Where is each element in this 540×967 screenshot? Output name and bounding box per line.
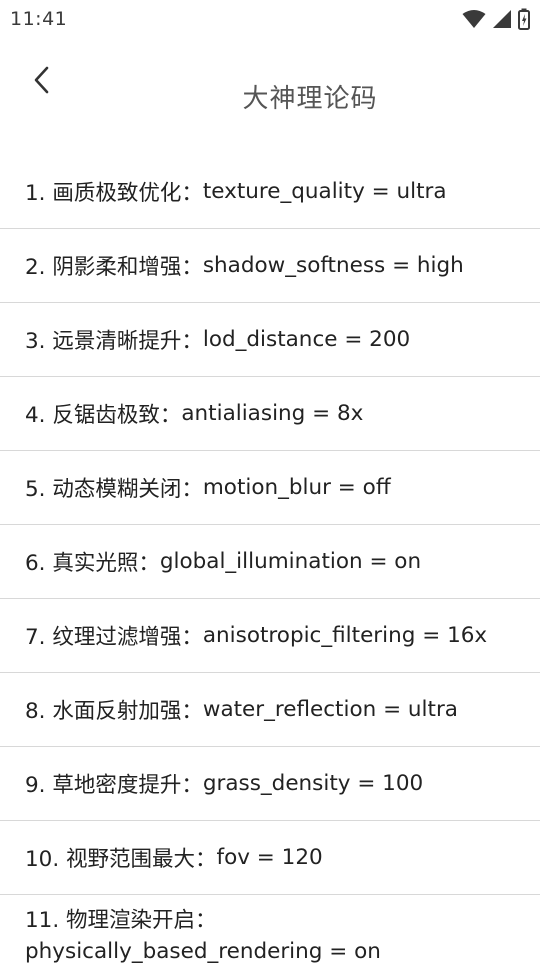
code-value: texture_quality = ultra xyxy=(202,179,447,204)
list-item[interactable]: 5. 动态模糊关闭： motion_blur = off xyxy=(0,451,540,525)
page-title: 大神理论码 xyxy=(242,84,378,114)
code-label: 4. 反锯齿极致： xyxy=(25,403,182,428)
code-value: grass_density = 100 xyxy=(202,771,424,796)
list-item[interactable]: 11. 物理渲染开启： physically_based_rendering = … xyxy=(0,895,540,967)
code-value: antialiasing = 8x xyxy=(181,401,364,426)
code-value: physically_based_rendering = on xyxy=(25,939,381,964)
list-item[interactable]: 10. 视野范围最大： fov = 120 xyxy=(0,821,540,895)
code-label: 2. 阴影柔和增强： xyxy=(25,255,203,280)
code-label: 1. 画质极致优化： xyxy=(25,181,203,206)
status-icons xyxy=(462,8,530,30)
header: 大神理论码 xyxy=(0,38,540,148)
code-value: global_illumination = on xyxy=(159,549,422,574)
list-item[interactable]: 2. 阴影柔和增强： shadow_softness = high xyxy=(0,229,540,303)
list-item[interactable]: 6. 真实光照： global_illumination = on xyxy=(0,525,540,599)
code-value: lod_distance = 200 xyxy=(202,327,411,352)
code-label: 7. 纹理过滤增强： xyxy=(25,625,203,650)
code-label: 3. 远景清晰提升： xyxy=(25,329,203,354)
code-label: 6. 真实光照： xyxy=(25,551,160,576)
code-value: motion_blur = off xyxy=(202,475,391,500)
battery-icon xyxy=(518,8,530,30)
code-label: 11. 物理渲染开启： xyxy=(25,908,217,933)
code-value: fov = 120 xyxy=(216,845,323,870)
signal-icon xyxy=(492,9,512,29)
code-label: 10. 视野范围最大： xyxy=(25,847,217,872)
list-item[interactable]: 4. 反锯齿极致： antialiasing = 8x xyxy=(0,377,540,451)
wifi-icon xyxy=(462,9,486,29)
status-time: 11:41 xyxy=(10,8,68,30)
list-item[interactable]: 3. 远景清晰提升： lod_distance = 200 xyxy=(0,303,540,377)
list-item[interactable]: 8. 水面反射加强： water_reflection = ultra xyxy=(0,673,540,747)
list-item[interactable]: 9. 草地密度提升： grass_density = 100 xyxy=(0,747,540,821)
code-value: water_reflection = ultra xyxy=(202,697,458,722)
code-list: 1. 画质极致优化： texture_quality = ultra 2. 阴影柔… xyxy=(0,155,540,967)
list-item[interactable]: 1. 画质极致优化： texture_quality = ultra xyxy=(0,155,540,229)
code-value: anisotropic_filtering = 16x xyxy=(202,623,488,648)
status-bar: 11:41 xyxy=(0,0,540,38)
code-label: 9. 草地密度提升： xyxy=(25,773,203,798)
code-label: 8. 水面反射加强： xyxy=(25,699,203,724)
code-label: 5. 动态模糊关闭： xyxy=(25,477,203,502)
list-item[interactable]: 7. 纹理过滤增强： anisotropic_filtering = 16x xyxy=(0,599,540,673)
code-value: shadow_softness = high xyxy=(202,253,464,278)
